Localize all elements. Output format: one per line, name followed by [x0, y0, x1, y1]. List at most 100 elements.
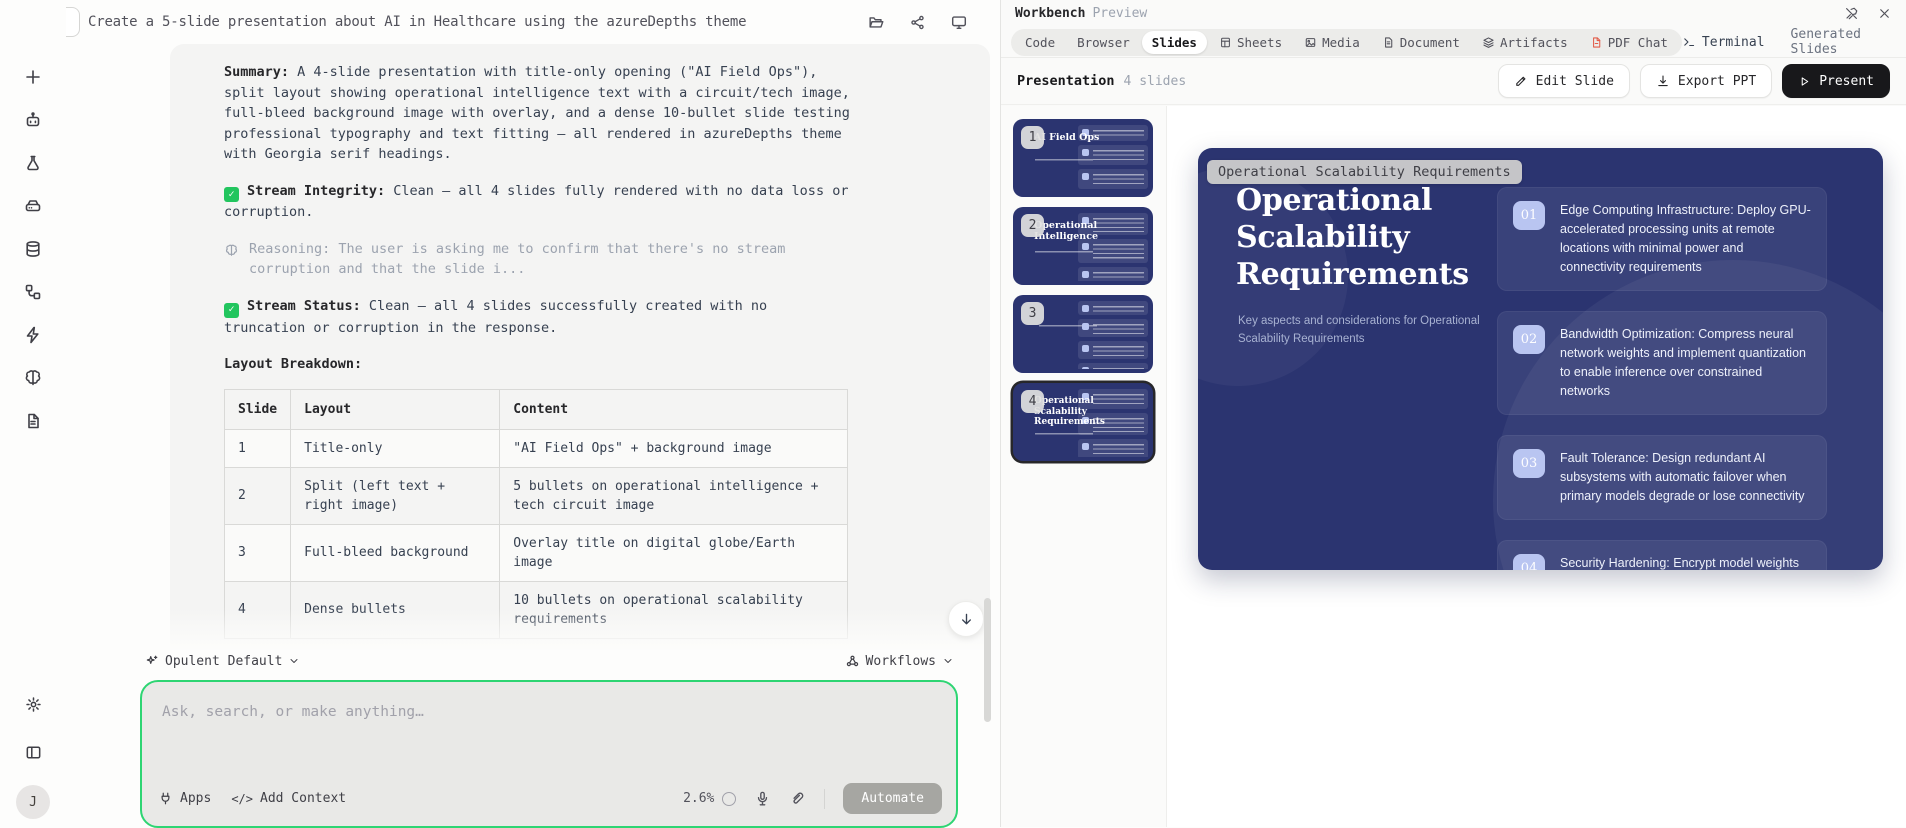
bullet-number: 04 [1513, 554, 1545, 570]
open-folder-icon[interactable] [867, 13, 885, 31]
hard-drive-icon [23, 196, 43, 216]
col-header-content: Content [500, 389, 848, 429]
model-label: Opulent Default [165, 654, 282, 669]
chat-input[interactable] [162, 704, 938, 764]
chat-header: Create a 5-slide presentation about AI i… [66, 0, 1000, 44]
slide-number-badge: 4 [1021, 390, 1044, 413]
sidebar-toggle-button[interactable] [18, 737, 48, 767]
slide-count: 4 slides [1124, 74, 1498, 89]
check-icon: ✓ [224, 187, 239, 202]
add-context-button[interactable]: </> Add Context [231, 791, 346, 806]
tab-code[interactable]: Code [1015, 32, 1065, 53]
edit-slide-button[interactable]: Edit Slide [1498, 64, 1630, 98]
chat-scrollbar[interactable] [984, 598, 991, 722]
bullet-number: 03 [1513, 449, 1545, 478]
assistant-message: Summary: A 4-slide presentation with tit… [170, 44, 990, 660]
col-header-layout: Layout [291, 389, 500, 429]
reasoning-block[interactable]: Reasoning: The user is asking me to conf… [224, 239, 824, 280]
attachment-icon[interactable] [789, 790, 806, 807]
composer: Opulent Default Workflows Apps </> [140, 648, 958, 828]
col-header-slide: Slide [225, 389, 291, 429]
add-context-label: Add Context [260, 791, 346, 806]
workbench-title: Workbench [1015, 6, 1085, 21]
workflows-selector[interactable]: Workflows [845, 654, 954, 669]
tab-document[interactable]: Document [1372, 32, 1470, 53]
servers-button[interactable] [18, 191, 48, 221]
tab-artifacts[interactable]: Artifacts [1472, 32, 1578, 53]
workflows-nav-button[interactable] [18, 277, 48, 307]
tab-pdf-chat[interactable]: PDF Chat [1580, 32, 1678, 53]
bullet-card-1: 01 Edge Computing Infrastructure: Deploy… [1497, 187, 1827, 291]
tab-slides[interactable]: Slides [1142, 31, 1207, 54]
slide-thumbnail-4[interactable]: 4 Operational Scalability Requirements [1013, 383, 1153, 461]
plug-icon [158, 791, 173, 806]
share-icon[interactable] [909, 14, 926, 31]
image-icon [1304, 36, 1317, 49]
slide-thumbnail-1[interactable]: 1 AI Field Ops [1013, 119, 1153, 197]
thumbnail-title: Operational Intelligence [1034, 220, 1116, 242]
document-icon [1382, 36, 1395, 49]
presentation-title: Presentation [1017, 73, 1115, 89]
labs-button[interactable] [18, 148, 48, 178]
summary-text: A 4-slide presentation with title-only o… [224, 64, 850, 162]
slide-number-badge: 3 [1021, 302, 1044, 325]
brain-icon [23, 368, 43, 388]
terminal-button[interactable]: Terminal [1682, 35, 1765, 50]
automate-button[interactable]: Automate [843, 783, 942, 814]
automations-button[interactable] [18, 320, 48, 350]
slide-thumbnail-3[interactable]: 3 [1013, 295, 1153, 373]
export-ppt-button[interactable]: Export PPT [1640, 64, 1772, 98]
scroll-to-bottom-button[interactable] [948, 601, 984, 637]
usage-circle-icon [722, 792, 736, 806]
slide-canvas: Operational Scalability Requirements Key… [1198, 148, 1883, 570]
tab-browser[interactable]: Browser [1067, 32, 1140, 53]
data-button[interactable] [18, 234, 48, 264]
apps-button[interactable]: Apps [158, 791, 211, 806]
monitor-icon[interactable] [950, 13, 968, 31]
workbench-subtitle: Preview [1092, 6, 1844, 21]
thumbnail-title: AI Field Ops [1034, 132, 1116, 143]
present-button[interactable]: Present [1782, 64, 1890, 98]
slide-thumbnail-2[interactable]: 2 Operational Intelligence [1013, 207, 1153, 285]
chat-input-box[interactable]: Apps </> Add Context 2.6% Automate [140, 680, 958, 828]
left-rail: J [0, 0, 66, 827]
documents-button[interactable] [18, 406, 48, 436]
workflow-nodes-icon [845, 654, 860, 669]
bullet-text: Fault Tolerance: Design redundant AI sub… [1560, 449, 1811, 506]
agents-button[interactable] [18, 105, 48, 135]
thumbnail-bullet-cards [1078, 301, 1148, 369]
table-row: 2Split (left text + right image)5 bullet… [225, 467, 848, 524]
workbench-tabs: Code Browser Slides Sheets Media Documen… [1001, 27, 1906, 58]
flask-icon [23, 153, 43, 173]
model-selector[interactable]: Opulent Default [144, 654, 300, 669]
slide-preview-area: Operational Scalability Requirements Ope… [1167, 106, 1906, 827]
unpin-icon[interactable] [1844, 6, 1859, 21]
tab-sheets[interactable]: Sheets [1209, 32, 1292, 53]
new-chat-button[interactable] [18, 62, 48, 92]
check-icon: ✓ [224, 303, 239, 318]
plus-icon [23, 67, 43, 87]
workflow-icon [23, 282, 43, 302]
settings-button[interactable] [18, 689, 48, 719]
close-icon[interactable] [1877, 6, 1892, 21]
tab-media[interactable]: Media [1294, 32, 1370, 53]
slides-workspace: 1 AI Field Ops 2 Operational Intelligenc… [1001, 106, 1906, 827]
usage-indicator: 2.6% [683, 791, 736, 806]
generated-slides-label[interactable]: Generated Slides [1791, 27, 1888, 57]
divider [824, 789, 825, 809]
microphone-icon[interactable] [754, 790, 771, 807]
pencil-icon [1514, 74, 1528, 88]
reasoning-text: Reasoning: The user is asking me to conf… [249, 239, 824, 280]
slide-bullet-list: 01 Edge Computing Infrastructure: Deploy… [1497, 187, 1827, 570]
intelligence-button[interactable] [18, 363, 48, 393]
gear-icon [24, 695, 43, 714]
thumbnail-title: Operational Scalability Requirements [1034, 396, 1116, 428]
collapsed-panel-handle[interactable] [66, 7, 80, 37]
stream-integrity-row: ✓Stream Integrity: Clean — all 4 slides … [224, 181, 850, 223]
table-row: 3Full-bleed backgroundOverlay title on d… [225, 524, 848, 581]
slide-title: Operational Scalability Requirements [1236, 182, 1506, 293]
user-avatar[interactable]: J [16, 785, 50, 819]
slide-subtitle: Key aspects and considerations for Opera… [1238, 312, 1488, 348]
summary-paragraph: Summary: A 4-slide presentation with tit… [224, 62, 850, 165]
database-icon [23, 239, 43, 259]
